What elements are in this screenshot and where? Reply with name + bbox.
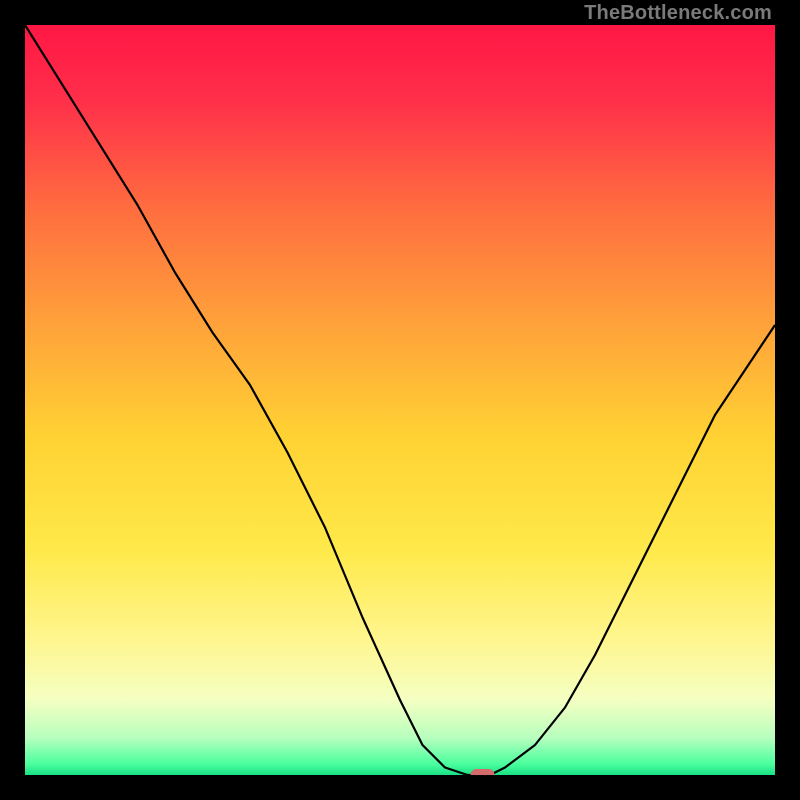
plot-area: [25, 25, 775, 775]
gradient-background: [25, 25, 775, 775]
optimal-point-marker: [471, 769, 495, 775]
chart-frame: TheBottleneck.com: [0, 0, 800, 800]
chart-svg: [25, 25, 775, 775]
watermark-text: TheBottleneck.com: [584, 2, 772, 25]
